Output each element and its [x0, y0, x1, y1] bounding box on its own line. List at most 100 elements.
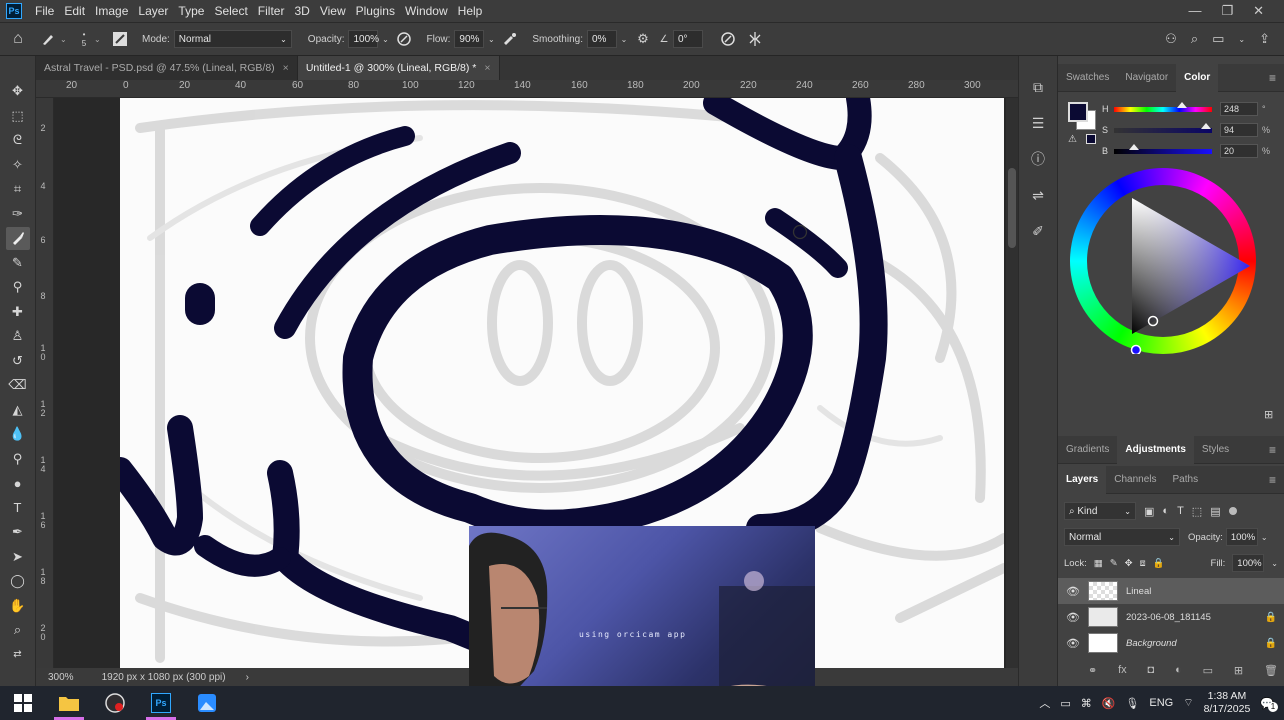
close-icon[interactable]: ×	[283, 62, 289, 74]
obs-taskbar-icon[interactable]	[92, 686, 138, 720]
mode-select[interactable]: Normal ⌄	[173, 30, 292, 48]
wifi-icon[interactable]: ⌔	[1183, 696, 1193, 710]
close-icon[interactable]: ×	[484, 62, 490, 74]
opacity-field[interactable]: 100%	[348, 30, 379, 48]
lock-icon[interactable]: 🔒	[1258, 638, 1284, 649]
adjustment-filter-icon[interactable]: ◐	[1162, 505, 1169, 517]
tab-adjustments[interactable]: Adjustments	[1117, 435, 1194, 464]
chevron-up-icon[interactable]: ︿	[1039, 695, 1050, 711]
paint-bucket-tool-icon[interactable]: ◭	[6, 399, 30, 422]
slider-knob[interactable]	[1176, 101, 1187, 108]
tab-styles[interactable]: Styles	[1194, 436, 1237, 464]
fx-icon[interactable]: fx	[1118, 664, 1127, 676]
layer-filter-select[interactable]: ⌕ Kind ⌄	[1064, 502, 1136, 520]
battery-icon[interactable]: ▭	[1060, 697, 1070, 710]
adjustments-panel-icon[interactable]: ⇌	[1027, 184, 1049, 206]
chevron-down-icon[interactable]: ⌄	[1261, 533, 1268, 542]
menu-filter[interactable]: Filter	[253, 4, 290, 18]
saturation-value[interactable]: 94	[1220, 123, 1258, 137]
filter-toggle[interactable]	[1228, 507, 1237, 515]
airbrush-icon[interactable]	[498, 31, 522, 47]
layer-fill-field[interactable]: 100%	[1232, 554, 1265, 572]
pixel-filter-icon[interactable]: ▣	[1144, 505, 1154, 518]
pressure-size-icon[interactable]	[713, 31, 743, 47]
photoshop-taskbar-icon[interactable]: Ps	[138, 686, 184, 720]
hue-slider[interactable]	[1114, 101, 1212, 112]
menu-select[interactable]: Select	[209, 4, 252, 18]
tab-channels[interactable]: Channels	[1106, 466, 1164, 494]
chevron-down-icon[interactable]: ⌄	[484, 35, 498, 44]
start-button[interactable]	[0, 686, 46, 720]
menu-edit[interactable]: Edit	[59, 4, 90, 18]
hue-ring-handle[interactable]	[1130, 344, 1142, 355]
magic-wand-tool-icon[interactable]: ✧	[6, 154, 30, 177]
notification-icon[interactable]: 💬 1	[1260, 697, 1278, 712]
smoothing-field[interactable]: 0%	[586, 30, 617, 48]
panel-menu-icon[interactable]: ≡	[1269, 473, 1284, 487]
menu-layer[interactable]: Layer	[133, 4, 173, 18]
tab-paths[interactable]: Paths	[1165, 466, 1207, 494]
history-panel-icon[interactable]: ⧉	[1027, 76, 1049, 98]
clock[interactable]: 1:38 AM 8/17/2025	[1204, 690, 1251, 716]
eye-icon[interactable]: 👁	[1058, 637, 1088, 650]
search-icon[interactable]: ⌕	[1191, 31, 1198, 47]
zoom-level[interactable]: 300%	[48, 672, 74, 683]
blur-tool-icon[interactable]: 💧	[6, 423, 30, 446]
lock-icon[interactable]: 🔒	[1258, 612, 1284, 623]
lock-pixels-icon[interactable]: ✎	[1110, 558, 1118, 569]
brightness-slider[interactable]	[1114, 143, 1212, 154]
shape-filter-icon[interactable]: ⬚	[1192, 505, 1202, 518]
chevron-right-icon[interactable]: ›	[246, 672, 249, 683]
healing-brush-tool-icon[interactable]: ✚	[6, 301, 30, 324]
brush-preset-icon[interactable]	[36, 31, 60, 47]
share-icon[interactable]: ⚇	[1165, 31, 1177, 47]
brush-size-indicator[interactable]: • 5	[74, 30, 94, 48]
panel-menu-icon[interactable]: ≡	[1269, 443, 1284, 457]
pen-tool-icon[interactable]: ✒	[6, 521, 30, 544]
stamp-tool-icon[interactable]: ♙	[6, 325, 30, 348]
color-swap-icon[interactable]: ⇄	[6, 644, 30, 667]
menu-plugins[interactable]: Plugins	[351, 4, 400, 18]
blend-mode-select[interactable]: Normal ⌄	[1064, 528, 1180, 546]
gamut-swatch[interactable]	[1086, 134, 1096, 144]
network-icon[interactable]: ⌘	[1081, 697, 1092, 710]
lock-position-icon[interactable]: ✥	[1125, 558, 1133, 569]
history-brush-tool-icon[interactable]: ↺	[6, 350, 30, 373]
layer-item-reference[interactable]: 👁 2023-06-08_181145 🔒	[1058, 604, 1284, 630]
smart-object-filter-icon[interactable]: ▤	[1210, 505, 1220, 518]
menu-view[interactable]: View	[315, 4, 351, 18]
close-window-button[interactable]: ✕	[1253, 3, 1264, 19]
tab-gradients[interactable]: Gradients	[1058, 436, 1117, 464]
restore-button[interactable]: ❐	[1221, 3, 1233, 19]
hand-tool-icon[interactable]: ✋	[6, 595, 30, 618]
lock-all-icon[interactable]: 🔒	[1153, 558, 1165, 569]
brush-tool-icon[interactable]	[5, 227, 30, 250]
warning-icon[interactable]: ⚠	[1068, 134, 1077, 145]
volume-muted-icon[interactable]: 🔇	[1102, 697, 1116, 710]
type-filter-icon[interactable]: T	[1177, 505, 1184, 517]
brushes-panel-icon[interactable]: ✐	[1027, 220, 1049, 242]
lock-transparency-icon[interactable]: ▦	[1094, 558, 1103, 569]
marquee-tool-icon[interactable]: ⬚	[6, 105, 30, 128]
file-explorer-taskbar-icon[interactable]	[46, 686, 92, 720]
pressure-opacity-icon[interactable]	[392, 31, 416, 47]
eraser-tool-icon[interactable]: ⌫	[6, 374, 30, 397]
tab-color[interactable]: Color	[1176, 63, 1219, 92]
zoom-tool-icon[interactable]: ⌕	[6, 619, 30, 642]
pencil-tool-icon[interactable]: ✎	[6, 252, 30, 275]
minimize-button[interactable]: —	[1188, 3, 1201, 19]
tab-untitled-1[interactable]: Untitled-1 @ 300% (Lineal, RGB/8) * ×	[297, 56, 500, 80]
angle-field[interactable]: 0°	[672, 30, 703, 48]
language-indicator[interactable]: ENG	[1149, 697, 1173, 709]
gear-icon[interactable]: ⚙	[631, 31, 655, 47]
photos-taskbar-icon[interactable]	[184, 686, 230, 720]
vertical-scrollbar[interactable]	[1006, 98, 1018, 668]
chevron-down-icon[interactable]: ⌄	[94, 35, 108, 44]
eyedropper-tool-icon[interactable]: ✑	[6, 203, 30, 226]
foreground-color-swatch[interactable]	[1068, 102, 1088, 122]
add-icon[interactable]: ⊞	[1264, 408, 1273, 421]
slider-knob[interactable]	[1128, 143, 1139, 150]
symmetry-icon[interactable]	[743, 31, 767, 47]
properties-panel-icon[interactable]: ☰	[1027, 112, 1049, 134]
tab-swatches[interactable]: Swatches	[1058, 64, 1117, 92]
